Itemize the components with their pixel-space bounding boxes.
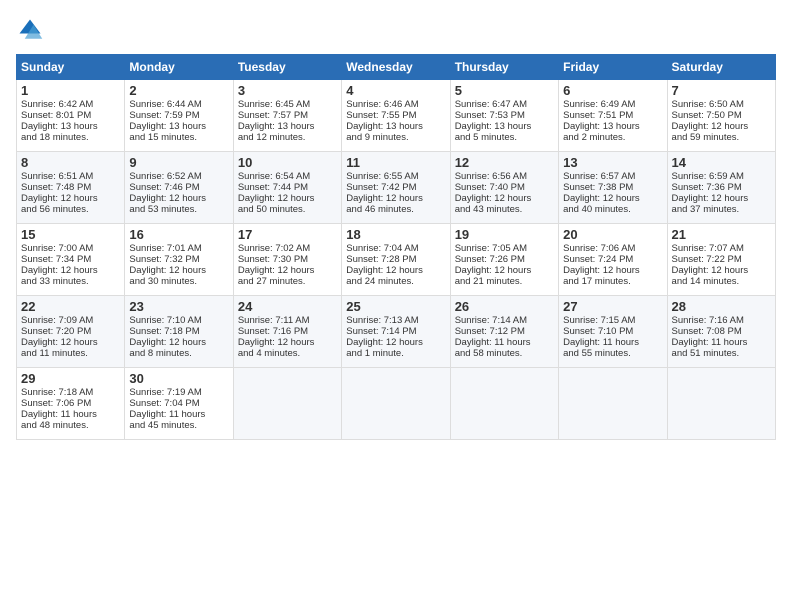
calendar-cell: 1Sunrise: 6:42 AMSunset: 8:01 PMDaylight… bbox=[17, 80, 125, 152]
calendar-cell: 19Sunrise: 7:05 AMSunset: 7:26 PMDayligh… bbox=[450, 224, 558, 296]
calendar-cell: 6Sunrise: 6:49 AMSunset: 7:51 PMDaylight… bbox=[559, 80, 667, 152]
calendar-cell bbox=[559, 368, 667, 440]
calendar-cell bbox=[342, 368, 450, 440]
calendar-cell: 16Sunrise: 7:01 AMSunset: 7:32 PMDayligh… bbox=[125, 224, 233, 296]
calendar-cell: 14Sunrise: 6:59 AMSunset: 7:36 PMDayligh… bbox=[667, 152, 775, 224]
col-friday: Friday bbox=[559, 55, 667, 80]
calendar-cell: 18Sunrise: 7:04 AMSunset: 7:28 PMDayligh… bbox=[342, 224, 450, 296]
calendar-cell: 22Sunrise: 7:09 AMSunset: 7:20 PMDayligh… bbox=[17, 296, 125, 368]
calendar-cell: 17Sunrise: 7:02 AMSunset: 7:30 PMDayligh… bbox=[233, 224, 341, 296]
calendar-cell: 24Sunrise: 7:11 AMSunset: 7:16 PMDayligh… bbox=[233, 296, 341, 368]
calendar-cell: 9Sunrise: 6:52 AMSunset: 7:46 PMDaylight… bbox=[125, 152, 233, 224]
col-monday: Monday bbox=[125, 55, 233, 80]
calendar-cell: 20Sunrise: 7:06 AMSunset: 7:24 PMDayligh… bbox=[559, 224, 667, 296]
calendar-cell: 23Sunrise: 7:10 AMSunset: 7:18 PMDayligh… bbox=[125, 296, 233, 368]
calendar-cell: 8Sunrise: 6:51 AMSunset: 7:48 PMDaylight… bbox=[17, 152, 125, 224]
calendar-cell bbox=[233, 368, 341, 440]
calendar-cell: 4Sunrise: 6:46 AMSunset: 7:55 PMDaylight… bbox=[342, 80, 450, 152]
col-sunday: Sunday bbox=[17, 55, 125, 80]
logo bbox=[16, 16, 48, 44]
calendar-cell: 28Sunrise: 7:16 AMSunset: 7:08 PMDayligh… bbox=[667, 296, 775, 368]
col-saturday: Saturday bbox=[667, 55, 775, 80]
calendar-cell: 25Sunrise: 7:13 AMSunset: 7:14 PMDayligh… bbox=[342, 296, 450, 368]
calendar-cell: 2Sunrise: 6:44 AMSunset: 7:59 PMDaylight… bbox=[125, 80, 233, 152]
calendar-cell bbox=[667, 368, 775, 440]
calendar-cell: 13Sunrise: 6:57 AMSunset: 7:38 PMDayligh… bbox=[559, 152, 667, 224]
logo-icon bbox=[16, 16, 44, 44]
calendar-cell bbox=[450, 368, 558, 440]
calendar-cell: 12Sunrise: 6:56 AMSunset: 7:40 PMDayligh… bbox=[450, 152, 558, 224]
calendar-cell: 27Sunrise: 7:15 AMSunset: 7:10 PMDayligh… bbox=[559, 296, 667, 368]
calendar-cell: 11Sunrise: 6:55 AMSunset: 7:42 PMDayligh… bbox=[342, 152, 450, 224]
col-thursday: Thursday bbox=[450, 55, 558, 80]
calendar-cell: 7Sunrise: 6:50 AMSunset: 7:50 PMDaylight… bbox=[667, 80, 775, 152]
col-tuesday: Tuesday bbox=[233, 55, 341, 80]
calendar-cell: 15Sunrise: 7:00 AMSunset: 7:34 PMDayligh… bbox=[17, 224, 125, 296]
calendar-cell: 30Sunrise: 7:19 AMSunset: 7:04 PMDayligh… bbox=[125, 368, 233, 440]
col-wednesday: Wednesday bbox=[342, 55, 450, 80]
calendar-cell: 10Sunrise: 6:54 AMSunset: 7:44 PMDayligh… bbox=[233, 152, 341, 224]
calendar-cell: 29Sunrise: 7:18 AMSunset: 7:06 PMDayligh… bbox=[17, 368, 125, 440]
calendar-cell: 5Sunrise: 6:47 AMSunset: 7:53 PMDaylight… bbox=[450, 80, 558, 152]
calendar-cell: 3Sunrise: 6:45 AMSunset: 7:57 PMDaylight… bbox=[233, 80, 341, 152]
calendar-cell: 26Sunrise: 7:14 AMSunset: 7:12 PMDayligh… bbox=[450, 296, 558, 368]
calendar-cell: 21Sunrise: 7:07 AMSunset: 7:22 PMDayligh… bbox=[667, 224, 775, 296]
